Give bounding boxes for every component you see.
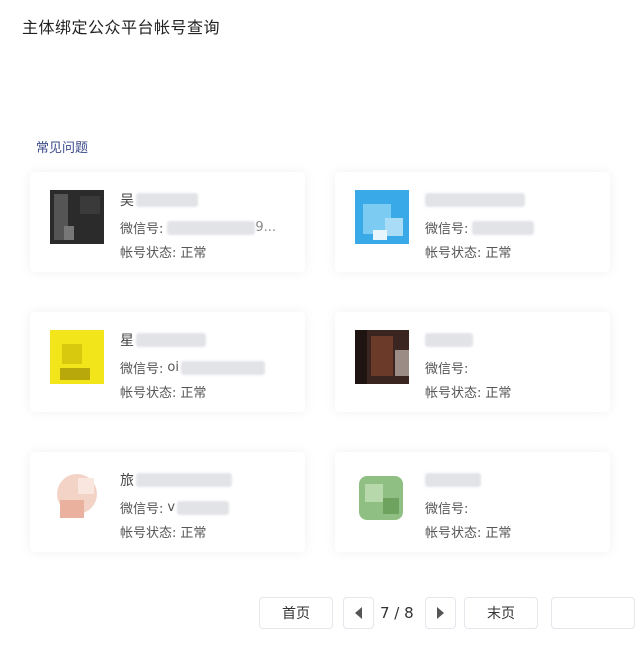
account-card[interactable]: 吴 微信号: 9... 帐号状态: 正常 [30, 172, 305, 272]
account-status-row: 帐号状态: 正常 [425, 526, 512, 541]
first-page-button[interactable]: 首页 [259, 597, 333, 629]
redacted-name [425, 333, 473, 347]
account-avatar [355, 190, 409, 244]
account-avatar [50, 330, 104, 384]
account-name [425, 471, 481, 489]
redacted-wechat-id [472, 220, 535, 235]
account-status-row: 帐号状态: 正常 [425, 246, 512, 261]
page-title: 主体绑定公众平台帐号查询 [22, 18, 221, 37]
wechat-id-row: 微信号: [425, 362, 469, 377]
wechat-id-row: 微信号: [425, 218, 535, 237]
faq-link[interactable]: 常见问题 [36, 137, 88, 156]
account-card[interactable]: 微信号: 帐号状态: 正常 [335, 312, 610, 412]
page-jump-input[interactable] [551, 597, 635, 629]
account-card[interactable]: 星 微信号: oi 帐号状态: 正常 [30, 312, 305, 412]
chevron-left-icon [355, 607, 362, 619]
wechat-id-row: 微信号: oi [120, 358, 265, 377]
prev-page-button[interactable] [343, 597, 374, 629]
account-status-row: 帐号状态: 正常 [120, 246, 207, 261]
account-status-row: 帐号状态: 正常 [425, 386, 512, 401]
account-status-row: 帐号状态: 正常 [120, 386, 207, 401]
wechat-id-row: 微信号: v [120, 498, 230, 517]
account-avatar [355, 330, 409, 384]
redacted-wechat-id [177, 500, 230, 515]
redacted-name [136, 473, 232, 487]
account-name: 旅 [120, 471, 232, 489]
redacted-wechat-id [180, 360, 265, 375]
chevron-right-icon [437, 607, 444, 619]
last-page-button[interactable]: 末页 [464, 597, 538, 629]
redacted-name [425, 193, 525, 207]
account-card[interactable]: 微信号: 帐号状态: 正常 [335, 172, 610, 272]
account-avatar [50, 470, 104, 524]
redacted-name [425, 473, 481, 487]
account-card[interactable]: 旅 微信号: v 帐号状态: 正常 [30, 452, 305, 552]
account-name [425, 331, 473, 349]
redacted-wechat-id [167, 220, 256, 235]
account-card[interactable]: 微信号: 帐号状态: 正常 [335, 452, 610, 552]
pagination: 首页 7 / 8 末页 [0, 597, 640, 631]
account-name: 星 [120, 331, 206, 349]
redacted-name [136, 333, 206, 347]
wechat-id-row: 微信号: [425, 502, 469, 517]
account-name: 吴 [120, 191, 198, 209]
wechat-id-row: 微信号: 9... [120, 220, 277, 237]
next-page-button[interactable] [425, 597, 456, 629]
account-status-row: 帐号状态: 正常 [120, 526, 207, 541]
account-avatar [50, 190, 104, 244]
account-name [425, 191, 525, 209]
page-indicator: 7 / 8 [380, 604, 414, 622]
redacted-name [136, 193, 198, 207]
account-avatar [355, 470, 409, 524]
